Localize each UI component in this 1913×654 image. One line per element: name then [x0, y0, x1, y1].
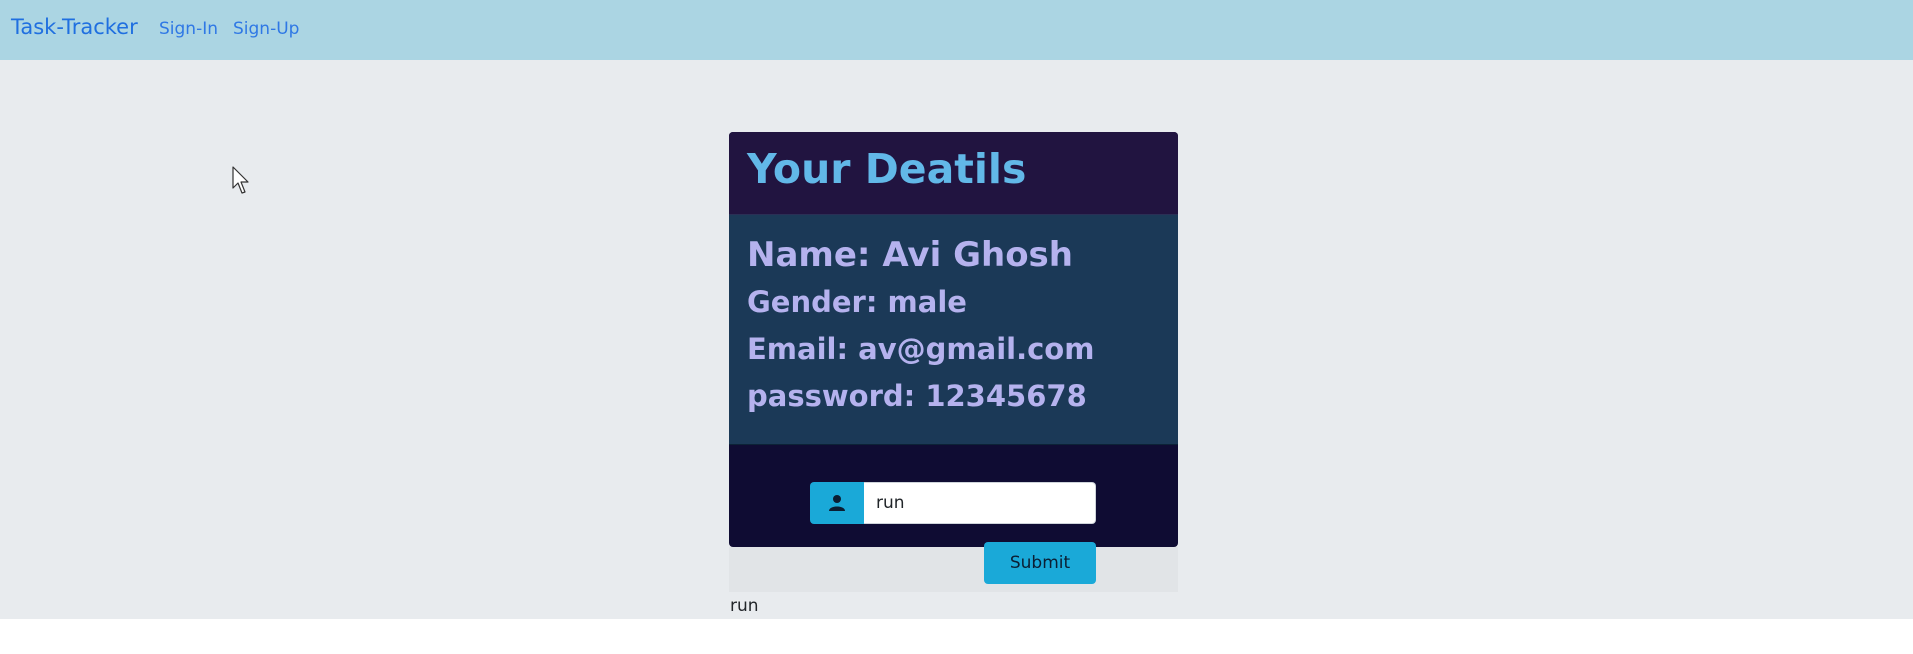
detail-gender: Gender: male	[747, 285, 967, 319]
task-input-group	[810, 482, 1096, 524]
card-body: Name: Avi Ghosh Gender: male Email: av@g…	[729, 215, 1178, 445]
detail-email: Email: av@gmail.com	[747, 332, 1095, 366]
details-card: Your Deatils Name: Avi Ghosh Gender: mal…	[729, 132, 1178, 547]
mouse-cursor-icon	[232, 166, 249, 194]
nav-sign-in-link[interactable]: Sign-In	[159, 19, 218, 39]
submit-button[interactable]: Submit	[984, 542, 1096, 584]
brand-link[interactable]: Task-Tracker	[11, 15, 138, 39]
card-title: Your Deatils	[747, 145, 1027, 193]
task-input[interactable]	[864, 482, 1096, 524]
detail-name: Name: Avi Ghosh	[747, 235, 1073, 275]
nav-sign-up-link[interactable]: Sign-Up	[233, 19, 299, 39]
output-text: run	[730, 596, 759, 616]
detail-password: password: 12345678	[747, 379, 1087, 413]
card-footer-strip	[729, 547, 1178, 592]
top-navbar: Task-Tracker Sign-In Sign-Up	[0, 0, 1913, 60]
user-icon	[810, 482, 864, 524]
card-header: Your Deatils	[729, 132, 1178, 215]
